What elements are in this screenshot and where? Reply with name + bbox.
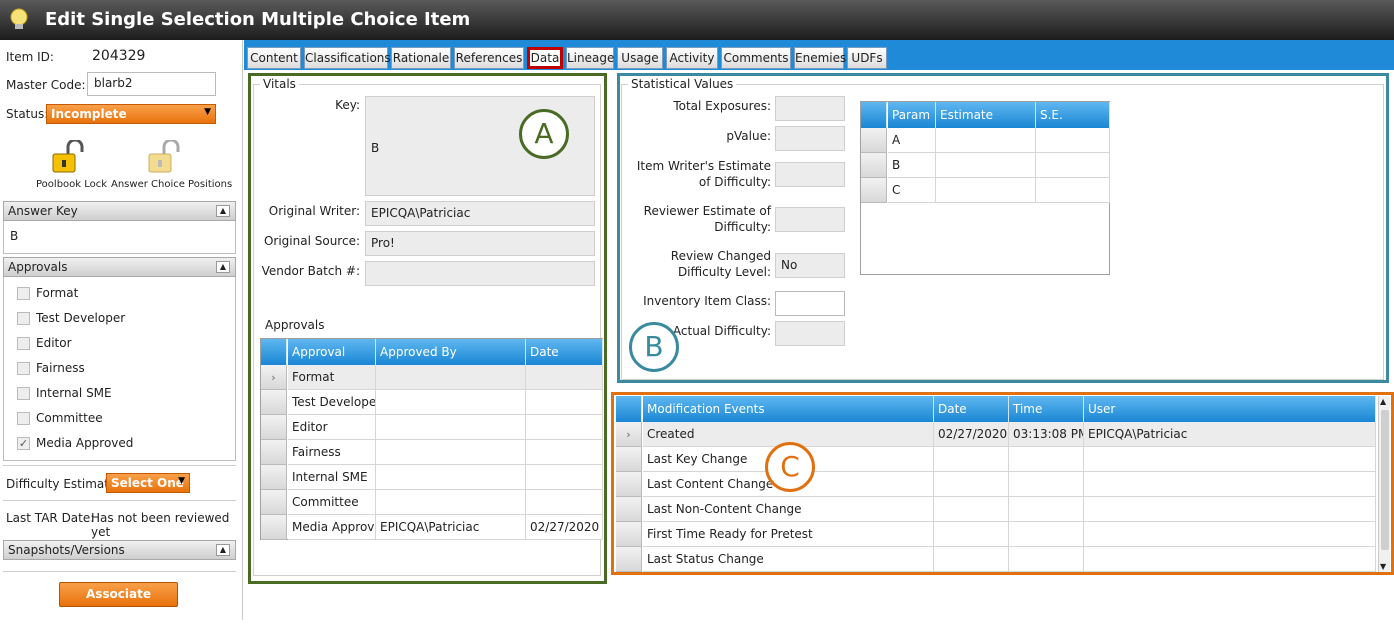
tab-content[interactable]: Content — [247, 47, 301, 69]
answer-key-header[interactable]: Answer Key ▲ — [3, 201, 236, 221]
tab-classifications[interactable]: Classifications — [304, 47, 391, 69]
annotation-a-marker: A — [519, 109, 569, 159]
tab-enemies[interactable]: Enemies — [794, 47, 846, 69]
approval-checkbox[interactable] — [17, 412, 30, 425]
answer-choice-positions-label: Answer Choice Positions — [111, 179, 233, 190]
difficulty-dropdown[interactable]: Select One ▼ — [106, 473, 190, 493]
window-title: Edit Single Selection Multiple Choice It… — [45, 9, 471, 30]
divider — [3, 500, 236, 501]
difficulty-value: Select One — [111, 476, 184, 490]
tab-bar: Content Classifications Rationale Reference… — [244, 40, 1394, 70]
last-tar-label: Last TAR Date: — [6, 511, 95, 525]
approvals-header[interactable]: Approvals ▲ — [3, 257, 236, 277]
approvals-title: Approvals — [8, 260, 68, 274]
snapshots-header[interactable]: Snapshots/Versions ▲ — [3, 540, 236, 560]
approval-label: Editor — [36, 336, 72, 350]
tab-udfs[interactable]: UDFs — [847, 47, 887, 69]
approval-label: Fairness — [36, 361, 85, 375]
annotation-b-marker: B — [629, 322, 679, 372]
approval-label: Media Approved — [36, 436, 134, 450]
item-id-value: 204329 — [92, 48, 146, 64]
tab-usage[interactable]: Usage — [617, 47, 663, 69]
title-bar: Edit Single Selection Multiple Choice It… — [0, 0, 1394, 40]
item-id-label: Item ID: — [6, 50, 54, 64]
divider — [3, 571, 236, 572]
tab-activity[interactable]: Activity — [666, 47, 718, 69]
tab-rationale[interactable]: Rationale — [391, 47, 451, 69]
collapse-chevron-icon[interactable]: ▲ — [216, 205, 230, 217]
last-tar-value: Has not been reviewed yet — [91, 511, 230, 539]
approval-label: Committee — [36, 411, 103, 425]
divider — [3, 465, 236, 466]
master-code-label: Master Code: — [6, 78, 86, 92]
status-label: Status: — [6, 107, 49, 121]
approval-checkbox[interactable] — [17, 362, 30, 375]
annotation-box-c — [611, 392, 1394, 575]
status-value: Incomplete — [51, 107, 127, 121]
approval-label: Format — [36, 286, 79, 300]
answer-key-panel: B — [3, 221, 236, 254]
associate-passage-button[interactable]: Associate Passage — [59, 582, 178, 624]
difficulty-estimate-label: Difficulty Estimate — [6, 477, 117, 491]
approval-checkbox[interactable] — [17, 387, 30, 400]
dropdown-arrow-icon: ▼ — [204, 107, 211, 117]
poolbook-lock-label: Poolbook Lock — [36, 179, 108, 190]
answer-key-title: Answer Key — [8, 204, 78, 218]
lightbulb-icon — [10, 8, 28, 29]
snapshots-title: Snapshots/Versions — [8, 543, 125, 557]
annotation-c-marker: C — [765, 442, 815, 492]
annotation-box-b — [617, 73, 1389, 383]
approval-checkbox[interactable]: ✓ — [17, 437, 30, 450]
tab-data[interactable]: Data — [527, 47, 563, 69]
padlock-open-icon[interactable] — [50, 140, 88, 174]
collapse-chevron-icon[interactable]: ▲ — [216, 261, 230, 273]
answer-key-value: B — [10, 229, 19, 243]
approvals-panel: Format Test Developer Editor Fairness Intern… — [3, 277, 236, 461]
collapse-chevron-icon[interactable]: ▲ — [216, 544, 230, 556]
padlock-disabled-icon[interactable] — [146, 140, 184, 174]
tab-lineage[interactable]: Lineage — [566, 47, 614, 69]
sidebar: Item ID: 204329 Master Code: blarb2 Stat… — [0, 40, 243, 624]
tab-references[interactable]: References — [454, 47, 524, 69]
approval-checkbox[interactable] — [17, 287, 30, 300]
approval-checkbox[interactable] — [17, 337, 30, 350]
approval-label: Internal SME — [36, 386, 112, 400]
approval-label: Test Developer — [36, 311, 126, 325]
status-dropdown[interactable]: Incomplete ▼ — [46, 104, 216, 124]
master-code-input[interactable]: blarb2 — [87, 72, 216, 96]
dropdown-arrow-icon: ▼ — [178, 476, 185, 486]
tab-comments[interactable]: Comments — [721, 47, 791, 69]
approval-checkbox[interactable] — [17, 312, 30, 325]
